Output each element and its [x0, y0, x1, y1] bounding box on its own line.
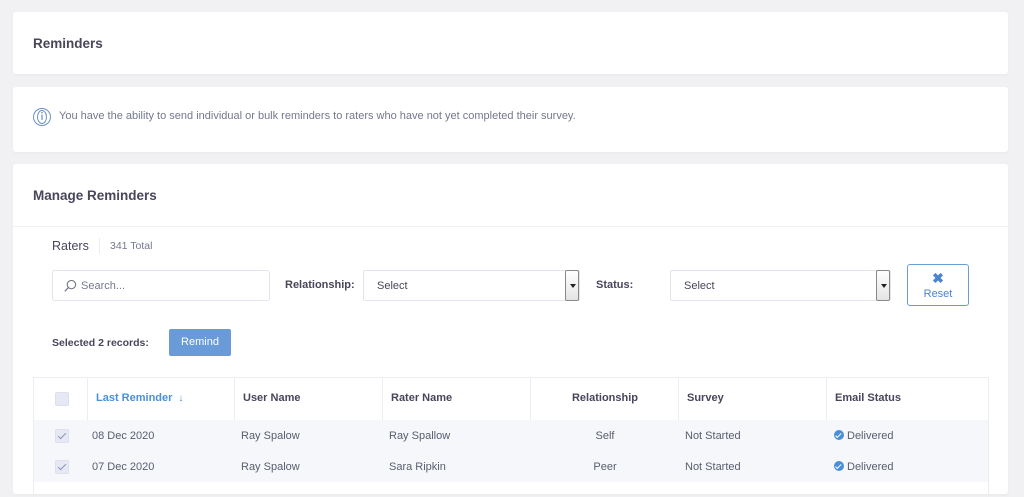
cell-relationship: Peer — [593, 461, 617, 473]
search-input[interactable] — [81, 275, 261, 296]
header-select-all-cell — [34, 378, 88, 420]
email-status-text: Delivered — [847, 430, 894, 442]
cell-relationship: Self — [595, 430, 615, 442]
card-divider — [13, 226, 1008, 227]
relationship-select-value: Select — [377, 280, 408, 292]
column-rater-name-label: Rater Name — [391, 392, 453, 404]
reminders-card: Reminders — [13, 12, 1008, 74]
column-user-name-label: User Name — [243, 392, 301, 404]
column-email-status-label: Email Status — [835, 392, 902, 404]
cell-rater-name: Ray Spallow — [389, 430, 451, 442]
manage-reminders-title: Manage Reminders — [33, 188, 157, 203]
info-message: You have the ability to send individual … — [59, 110, 576, 122]
chevron-down-icon[interactable] — [565, 270, 579, 301]
cell-user-name: Ray Spalow — [241, 461, 300, 473]
cell-email-status: Delivered — [834, 461, 893, 473]
relationship-filter-label: Relationship: — [285, 279, 355, 291]
cell-last-reminder: 08 Dec 2020 — [92, 430, 155, 442]
raters-divider — [99, 238, 100, 254]
raters-total-count: 341 Total — [110, 240, 153, 252]
check-circle-icon — [834, 430, 844, 440]
cell-user-name: Ray Spalow — [241, 430, 300, 442]
raters-table: Last Reminder ↓ User Name Rater Name Rela… — [33, 377, 989, 497]
check-circle-icon — [834, 461, 844, 471]
info-circle-icon — [33, 108, 51, 126]
reset-button[interactable]: ✖ Reset — [907, 264, 969, 306]
cell-email-status: Delivered — [834, 430, 893, 442]
row-checkbox[interactable] — [55, 460, 69, 474]
column-relationship-label: Relationship — [571, 392, 638, 404]
search-icon — [64, 279, 77, 292]
status-filter-label: Status: — [596, 279, 634, 291]
raters-label: Raters — [52, 239, 89, 253]
reset-label: Reset — [923, 288, 953, 300]
search-box[interactable] — [52, 270, 270, 301]
email-status-text: Delivered — [847, 461, 894, 473]
cell-survey: Not Started — [685, 461, 741, 473]
column-user-name[interactable]: User Name — [235, 378, 383, 420]
close-icon: ✖ — [932, 270, 944, 286]
column-email-status[interactable]: Email Status — [827, 378, 988, 420]
column-survey-label: Survey — [687, 392, 724, 404]
cell-last-reminder: 07 Dec 2020 — [92, 461, 155, 473]
cell-rater-name: Sara Ripkin — [389, 461, 446, 473]
chevron-down-icon[interactable] — [876, 270, 890, 301]
select-all-checkbox[interactable] — [55, 392, 69, 406]
remind-button[interactable]: Remind — [169, 329, 231, 356]
column-last-reminder[interactable]: Last Reminder ↓ — [88, 378, 235, 420]
column-last-reminder-label: Last Reminder — [96, 392, 173, 404]
cell-survey: Not Started — [685, 430, 741, 442]
info-card: You have the ability to send individual … — [13, 87, 1008, 152]
column-relationship[interactable]: Relationship — [531, 378, 679, 420]
sort-arrow-down-icon[interactable]: ↓ — [178, 393, 183, 404]
status-select-value: Select — [684, 280, 715, 292]
selected-records-text: Selected 2 records: — [52, 337, 149, 349]
relationship-select[interactable]: Select — [363, 270, 580, 301]
manage-reminders-card: Manage Reminders Raters 341 Total Relati… — [13, 164, 1008, 497]
column-survey[interactable]: Survey — [679, 378, 827, 420]
table-row[interactable]: 08 Dec 2020 Ray Spalow Ray Spallow Self … — [34, 420, 988, 451]
status-select[interactable]: Select — [670, 270, 891, 301]
table-header: Last Reminder ↓ User Name Rater Name Rela… — [34, 378, 988, 420]
column-rater-name[interactable]: Rater Name — [383, 378, 531, 420]
table-row[interactable]: 07 Dec 2020 Ray Spalow Sara Ripkin Peer … — [34, 451, 988, 482]
reminders-title: Reminders — [33, 36, 103, 51]
row-checkbox[interactable] — [55, 429, 69, 443]
